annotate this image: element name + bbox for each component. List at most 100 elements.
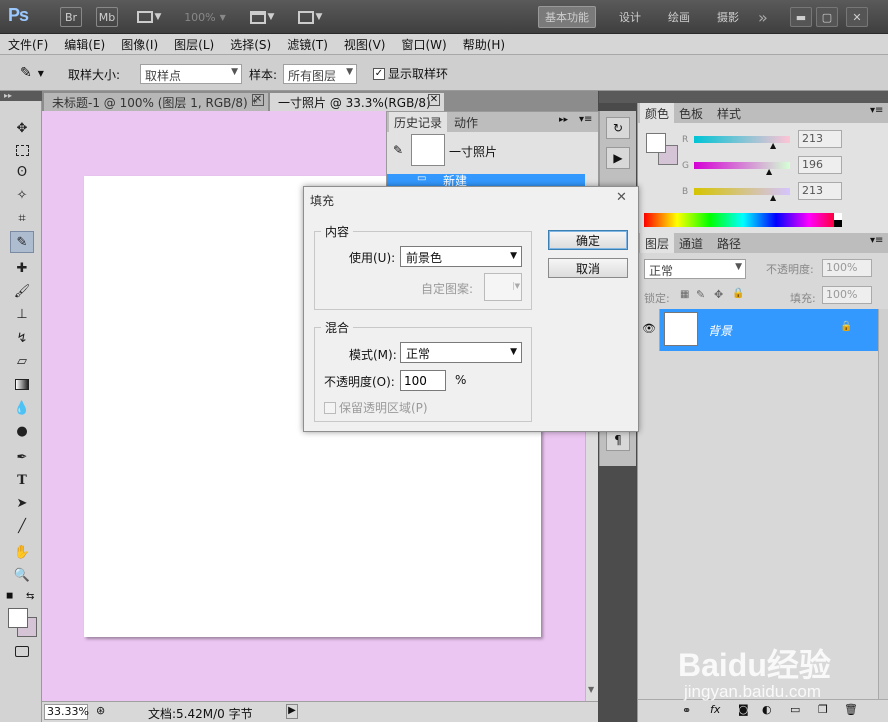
lock-transparent-icon[interactable]: ▦: [680, 289, 689, 300]
quick-mask-button[interactable]: [10, 640, 34, 662]
fill-field[interactable]: 100%: [822, 286, 872, 304]
tab-styles[interactable]: 样式: [712, 103, 746, 123]
menu-select[interactable]: 选择(S): [230, 36, 271, 53]
eyedropper-tool[interactable]: ✎: [10, 231, 34, 253]
move-tool[interactable]: ✥: [10, 117, 34, 139]
delete-layer-icon[interactable]: 🗑: [844, 703, 858, 716]
tab-paths[interactable]: 路径: [712, 233, 746, 253]
foreground-color-swatch[interactable]: [8, 608, 28, 628]
lock-position-icon[interactable]: ✥: [714, 288, 723, 301]
panel-menu-icon[interactable]: ▾≡: [579, 114, 592, 125]
workspace-design[interactable]: 设计: [619, 7, 641, 27]
link-layers-icon[interactable]: ⚭: [682, 704, 691, 717]
opacity-input[interactable]: [400, 370, 446, 391]
tab-actions[interactable]: 动作: [449, 112, 483, 132]
menu-edit[interactable]: 编辑(E): [64, 36, 105, 53]
layers-scrollbar[interactable]: [878, 309, 888, 699]
bridge-button[interactable]: Br: [60, 7, 82, 27]
workspace-photography[interactable]: 摄影: [717, 7, 739, 27]
layer-style-icon[interactable]: fx: [710, 703, 720, 716]
panel-collapse-icon[interactable]: ▸▸: [559, 115, 568, 125]
dialog-close-icon[interactable]: ✕: [616, 190, 627, 205]
pen-tool[interactable]: ✒: [10, 446, 34, 468]
crop-tool[interactable]: ⌗: [10, 207, 34, 229]
zoom-tool[interactable]: 🔍: [10, 564, 34, 586]
type-tool[interactable]: T: [10, 469, 34, 491]
cancel-button[interactable]: 取消: [548, 258, 628, 278]
new-group-icon[interactable]: ▭: [790, 703, 800, 716]
dodge-tool[interactable]: ●: [10, 420, 34, 442]
preserve-transparency-checkbox[interactable]: 保留透明区域(P): [324, 399, 428, 416]
menu-view[interactable]: 视图(V): [344, 36, 386, 53]
marquee-tool[interactable]: [10, 139, 34, 161]
healing-brush-tool[interactable]: ✚: [10, 257, 34, 279]
zoom-level-dropdown[interactable]: 100% ▼: [180, 7, 230, 27]
close-tab-icon[interactable]: ✕: [428, 94, 440, 106]
color-foreground-swatch[interactable]: [646, 133, 666, 153]
view-extras-button[interactable]: ▼: [132, 7, 166, 27]
sample-select[interactable]: 所有图层 ▼: [283, 64, 357, 84]
status-menu-arrow-icon[interactable]: ▶: [286, 704, 298, 719]
tab-color[interactable]: 颜色: [640, 103, 675, 123]
close-tab-icon[interactable]: ✕: [252, 94, 264, 106]
history-brush-source-icon[interactable]: ✎: [393, 143, 403, 157]
lasso-tool[interactable]: ʘ: [10, 161, 34, 183]
status-info-icon[interactable]: ⊛: [96, 704, 105, 717]
black-white-ramp[interactable]: [834, 213, 842, 227]
line-tool[interactable]: ╱: [10, 515, 34, 537]
g-slider[interactable]: [694, 162, 790, 169]
collapse-toolbar-icon[interactable]: ▸▸: [0, 91, 42, 101]
eraser-tool[interactable]: ▱: [10, 350, 34, 372]
gradient-tool[interactable]: [10, 373, 34, 395]
workspace-essentials[interactable]: 基本功能: [538, 6, 596, 28]
lock-all-icon[interactable]: 🔒: [732, 288, 744, 299]
actions-panel-button[interactable]: ▶: [606, 147, 630, 169]
blur-tool[interactable]: 💧: [10, 397, 34, 419]
tab-channels[interactable]: 通道: [674, 233, 708, 253]
ok-button[interactable]: 确定: [548, 230, 628, 250]
menu-filter[interactable]: 滤镜(T): [287, 36, 328, 53]
clone-stamp-tool[interactable]: ⊥: [10, 303, 34, 325]
snapshot-thumbnail[interactable]: [411, 134, 445, 166]
menu-image[interactable]: 图像(I): [121, 36, 158, 53]
panel-menu-icon[interactable]: ▾≡: [870, 235, 883, 246]
quick-selection-tool[interactable]: ✧: [10, 184, 34, 206]
use-select[interactable]: 前景色 ▼: [400, 246, 522, 267]
menu-layer[interactable]: 图层(L): [174, 36, 214, 53]
b-value[interactable]: 213: [798, 182, 842, 200]
more-workspaces-button[interactable]: »: [758, 7, 768, 27]
brush-tool[interactable]: 🖌: [10, 280, 34, 302]
new-layer-icon[interactable]: ❐: [818, 703, 828, 716]
lock-image-icon[interactable]: ✎: [696, 288, 705, 301]
layer-opacity-field[interactable]: 100%: [822, 259, 872, 277]
swap-colors-icon[interactable]: ⇆: [26, 591, 34, 602]
sample-size-select[interactable]: 取样点 ▼: [140, 64, 242, 84]
hand-tool[interactable]: ✋: [10, 541, 34, 563]
layer-visibility-toggle[interactable]: 👁: [638, 309, 660, 351]
slider-thumb-icon[interactable]: ▲: [770, 141, 776, 150]
mini-bridge-button[interactable]: Mb: [96, 7, 118, 27]
custom-pattern-picker[interactable]: ▼: [484, 273, 522, 301]
scroll-down-icon[interactable]: ▼: [588, 685, 594, 694]
slider-thumb-icon[interactable]: ▲: [766, 167, 772, 176]
history-brush-tool[interactable]: ↯: [10, 327, 34, 349]
maximize-button[interactable]: ▢: [816, 7, 838, 27]
tool-preset-picker[interactable]: ✎ ▼: [20, 63, 58, 83]
r-value[interactable]: 213: [798, 130, 842, 148]
layer-mask-icon[interactable]: ◙: [738, 703, 749, 716]
layer-row-background[interactable]: 👁 背景 🔒: [638, 309, 878, 351]
tab-history[interactable]: 历史记录: [389, 112, 448, 132]
panel-menu-icon[interactable]: ▾≡: [870, 105, 883, 116]
color-spectrum-bar[interactable]: [644, 213, 842, 227]
g-value[interactable]: 196: [798, 156, 842, 174]
minimize-button[interactable]: ▬: [790, 7, 812, 27]
adjustment-layer-icon[interactable]: ◐: [762, 703, 772, 716]
menu-window[interactable]: 窗口(W): [401, 36, 446, 53]
tab-swatches[interactable]: 色板: [674, 103, 708, 123]
menu-file[interactable]: 文件(F): [8, 36, 48, 53]
history-panel-button[interactable]: ↻: [606, 117, 630, 139]
blend-mode-select[interactable]: 正常 ▼: [644, 259, 746, 279]
workspace-painting[interactable]: 绘画: [668, 7, 690, 27]
mode-select[interactable]: 正常 ▼: [400, 342, 522, 363]
show-sampling-ring-checkbox[interactable]: ✓ 显示取样环: [373, 65, 448, 82]
